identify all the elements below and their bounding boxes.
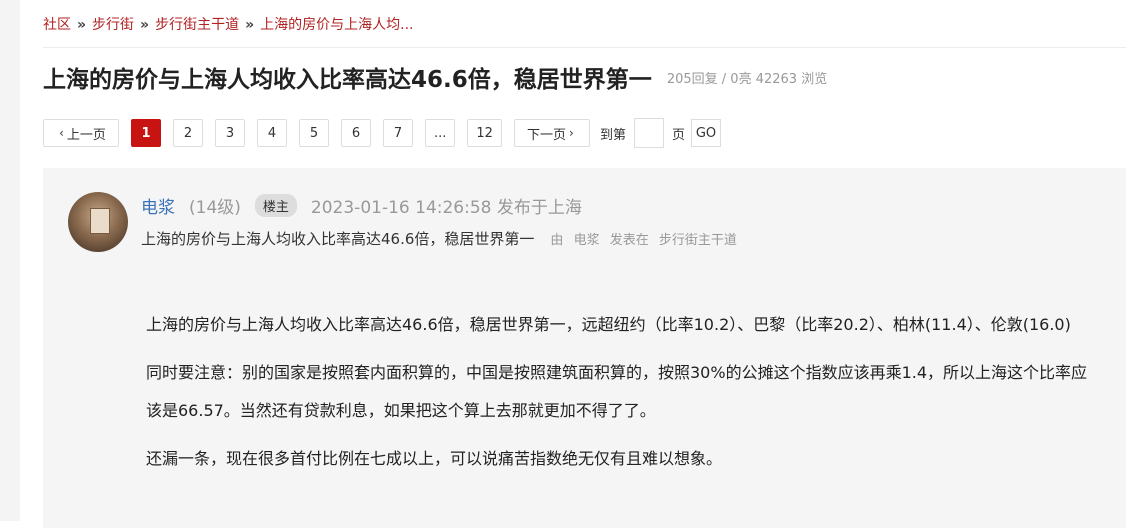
breadcrumb-current-thread[interactable]: 上海的房价与上海人均... <box>260 17 413 33</box>
via-prefix: 由 <box>550 232 564 248</box>
post-meta: 电浆 (14级) 楼主 2023-01-16 14:26:58 发布于上海 <box>141 192 582 218</box>
post-paragraph: 上海的房价与上海人均收入比率高达46.6倍，稳居世界第一，远超纽约（比率10.2… <box>146 315 1071 334</box>
page-button-4[interactable]: 4 <box>257 119 287 147</box>
goto-label: 到第 <box>599 127 626 143</box>
page-button-12[interactable]: 12 <box>467 119 502 147</box>
breadcrumb-pedestrian-street[interactable]: 步行街 <box>92 17 134 33</box>
page-button-5[interactable]: 5 <box>299 119 329 147</box>
post-subtitle: 上海的房价与上海人均收入比率高达46.6倍，稳居世界第一 <box>141 229 535 248</box>
author-level: (14级) <box>189 197 241 218</box>
via-author[interactable]: 电浆 <box>574 233 600 248</box>
breadcrumb-separator: » <box>245 17 255 33</box>
author-name[interactable]: 电浆 <box>141 193 175 218</box>
breadcrumb-separator: » <box>77 17 87 33</box>
next-page-button[interactable]: 下一页 › <box>513 119 590 147</box>
page-button-2[interactable]: 2 <box>173 119 203 147</box>
page-button-3[interactable]: 3 <box>215 119 245 147</box>
avatar-plaque-graphic <box>90 208 110 234</box>
next-page-label: 下一页 <box>527 127 567 143</box>
post-time: 2023-01-16 14:26:58 发布于上海 <box>310 197 582 218</box>
chevron-right-icon: › <box>569 126 574 140</box>
page-button-1[interactable]: 1 <box>131 119 161 147</box>
go-button[interactable]: GO <box>690 119 721 147</box>
goto-page-input[interactable] <box>633 118 664 148</box>
post-paragraph: 还漏一条，现在很多首付比例在七成以上，可以说痛苦指数绝无仅有且难以想象。 <box>146 449 723 468</box>
prev-page-label: 上一页 <box>66 127 106 143</box>
post-paragraph: 同时要注意：别的国家是按照套内面积算的，中国是按照建筑面积算的，按照30%的公摊… <box>146 363 1088 420</box>
pagination: ‹ 上一页 1 2 3 4 5 6 7 ... 12 下一页 › 到第 页 GO <box>43 118 721 148</box>
breadcrumb-separator: » <box>140 17 150 33</box>
breadcrumb-community[interactable]: 社区 <box>43 17 71 33</box>
post-subline: 上海的房价与上海人均收入比率高达46.6倍，稳居世界第一 由 电浆 发表在 步行… <box>141 226 737 250</box>
thread-title: 上海的房价与上海人均收入比率高达46.6倍，稳居世界第一 <box>43 67 652 93</box>
breadcrumb-divider <box>43 47 1126 48</box>
page-button-7[interactable]: 7 <box>383 119 413 147</box>
chevron-left-icon: ‹ <box>59 126 64 140</box>
page-button-6[interactable]: 6 <box>341 119 371 147</box>
post-body: 上海的房价与上海人均收入比率高达46.6倍，稳居世界第一，远超纽约（比率10.2… <box>146 306 1096 488</box>
page-container: 社区 » 步行街 » 步行街主干道 » 上海的房价与上海人均... 上海的房价与上海人均收入… <box>43 0 1126 528</box>
page-unit-label: 页 <box>671 127 685 143</box>
page-ellipsis-button[interactable]: ... <box>425 119 456 147</box>
thread-stats: 205回复 / 0亮 42263 浏览 <box>666 71 828 87</box>
prev-page-button[interactable]: ‹ 上一页 <box>43 119 119 147</box>
breadcrumb-main-road[interactable]: 步行街主干道 <box>155 17 239 33</box>
main-post: 电浆 (14级) 楼主 2023-01-16 14:26:58 发布于上海 上海… <box>43 168 1126 528</box>
post-via: 由 电浆 发表在 步行街主干道 <box>544 229 736 248</box>
left-gutter <box>0 0 20 521</box>
via-board[interactable]: 步行街主干道 <box>659 233 737 248</box>
via-posted: 发表在 <box>609 232 649 248</box>
thread-header: 上海的房价与上海人均收入比率高达46.6倍，稳居世界第一 205回复 / 0亮 … <box>43 60 827 96</box>
breadcrumb: 社区 » 步行街 » 步行街主干道 » 上海的房价与上海人均... <box>43 14 414 36</box>
avatar[interactable] <box>68 192 128 252</box>
owner-badge: 楼主 <box>254 193 297 217</box>
